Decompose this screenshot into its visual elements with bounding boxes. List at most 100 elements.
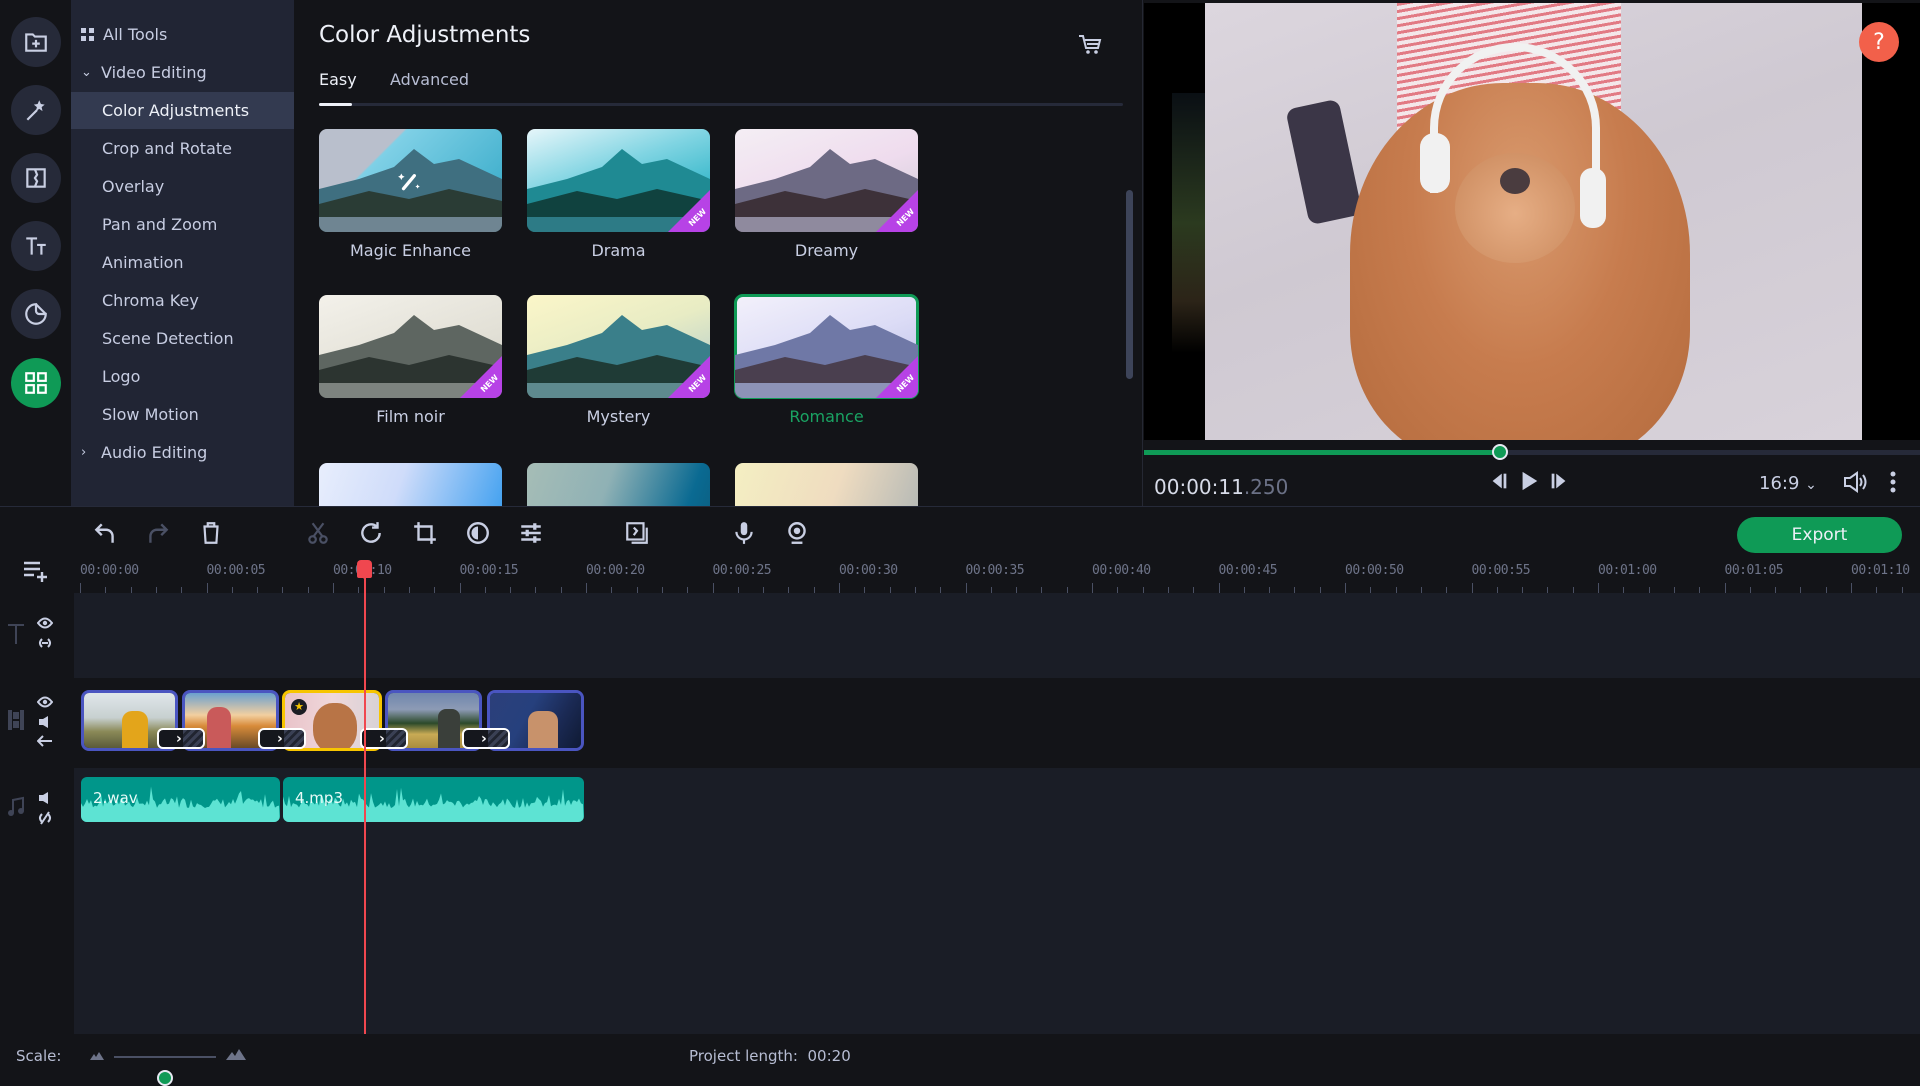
aspect-ratio-select[interactable]: 16:9 ⌄	[1759, 473, 1817, 494]
record-audio-button[interactable]	[731, 520, 757, 546]
title-track-icon	[8, 624, 24, 644]
sidebar-item-label: Chroma Key	[102, 291, 199, 310]
audio-clip[interactable]: 2.wav	[81, 777, 280, 822]
sidebar-group-audio-editing[interactable]: › Audio Editing	[71, 434, 294, 471]
color-button[interactable]	[465, 520, 491, 546]
preset-label: Mystery	[586, 407, 651, 426]
transition-marker[interactable]: ›	[157, 728, 205, 749]
video-frame-dog-with-headphones	[1205, 3, 1862, 440]
arrow-left-icon[interactable]	[37, 735, 53, 747]
audio-clip[interactable]: 4.mp3	[283, 777, 584, 822]
preset-mystery[interactable]: NEW Mystery	[527, 295, 710, 426]
crop-icon	[414, 522, 436, 544]
effects-button[interactable]	[11, 85, 61, 135]
link-icon[interactable]	[37, 637, 53, 649]
sidebar-item-chroma-key[interactable]: Chroma Key	[71, 282, 294, 319]
video-preview-panel: 00:00:11.250 16:9 ⌄	[1142, 0, 1920, 506]
preview-viewport[interactable]	[1144, 3, 1920, 440]
delete-button[interactable]	[198, 520, 224, 546]
sidebar-item-scene-detection[interactable]: Scene Detection	[71, 320, 294, 357]
crop-button[interactable]	[412, 520, 438, 546]
preset-card-partial[interactable]	[527, 463, 710, 506]
sidebar-item-pan-and-zoom[interactable]: Pan and Zoom	[71, 206, 294, 243]
rotate-icon	[361, 522, 381, 543]
split-button[interactable]	[305, 520, 331, 546]
preset-card-partial[interactable]	[735, 463, 918, 506]
headphone-cup-left	[1420, 133, 1450, 193]
sidebar-item-color-adjustments[interactable]: Color Adjustments	[71, 92, 294, 129]
sidebar-item-label: Color Adjustments	[102, 101, 250, 120]
cart-icon[interactable]	[1078, 34, 1102, 56]
stickers-button[interactable]	[11, 289, 61, 339]
sidebar-item-all-tools[interactable]: All Tools	[71, 16, 294, 53]
preset-dreamy[interactable]: NEW Dreamy	[735, 129, 918, 260]
seek-handle[interactable]	[1491, 444, 1508, 460]
add-track-icon[interactable]	[22, 558, 50, 584]
transition-marker[interactable]: ›	[462, 728, 510, 749]
redo-button[interactable]	[145, 520, 171, 546]
volume-icon[interactable]	[1842, 470, 1868, 494]
preset-magic-enhance[interactable]: Magic Enhance	[319, 129, 502, 260]
playhead-handle[interactable]	[357, 560, 373, 579]
next-frame-icon[interactable]	[1548, 470, 1570, 492]
previous-frame-edge	[1172, 93, 1205, 353]
transition-marker[interactable]: ›	[360, 728, 408, 749]
ruler-label: 00:00:00	[80, 563, 139, 578]
preset-drama[interactable]: NEW Drama	[527, 129, 710, 260]
transition-marker[interactable]: ›	[258, 728, 306, 749]
preset-thumbnail: NEW	[735, 129, 918, 232]
scale-slider[interactable]	[114, 1056, 216, 1086]
thumbnail-figure	[207, 707, 231, 748]
ruler-tick	[1345, 583, 1346, 593]
magic-wand-icon	[398, 173, 420, 191]
tab-easy[interactable]: Easy	[319, 70, 357, 89]
sidebar-group-video-editing[interactable]: ⌄ Video Editing	[71, 54, 294, 91]
status-footer: Scale: Project length: 00:20	[0, 1034, 1920, 1086]
ruler-label: 00:01:10	[1851, 563, 1910, 578]
undo-button[interactable]	[92, 520, 118, 546]
title-track[interactable]	[74, 593, 1920, 678]
track-headers	[0, 593, 74, 1034]
preset-card-partial[interactable]	[319, 463, 502, 506]
sidebar-item-logo[interactable]: Logo	[71, 358, 294, 395]
transitions-button[interactable]	[11, 153, 61, 203]
sidebar-group-label: Video Editing	[101, 63, 207, 82]
preset-film-noir[interactable]: NEW Film noir	[319, 295, 502, 426]
unlink-icon[interactable]	[37, 811, 53, 825]
rotate-button[interactable]	[358, 520, 384, 546]
more-tools-button[interactable]	[11, 358, 61, 408]
adjust-button[interactable]	[518, 520, 544, 546]
webcam-button[interactable]	[784, 520, 810, 546]
more-options-icon[interactable]	[1888, 470, 1898, 494]
zoom-out-mountain-icon[interactable]	[90, 1051, 104, 1060]
ruler-tick	[1724, 583, 1726, 593]
preset-thumbnail	[735, 463, 918, 506]
play-icon[interactable]	[1518, 470, 1540, 492]
scale-slider-handle[interactable]	[157, 1070, 173, 1086]
scissors-icon	[308, 522, 328, 544]
visibility-eye-icon[interactable]	[37, 617, 53, 629]
speaker-icon[interactable]	[37, 715, 53, 729]
seek-bar[interactable]	[1144, 444, 1920, 460]
zoom-in-mountain-icon[interactable]	[226, 1048, 246, 1060]
preset-romance[interactable]: NEW Romance	[734, 294, 919, 426]
overlay-button[interactable]	[624, 520, 650, 546]
tab-advanced[interactable]: Advanced	[390, 70, 469, 89]
timeline-ruler[interactable]: 00:00:0000:00:0500:00:1000:00:1500:00:20…	[74, 557, 1920, 593]
timecode-ms: .250	[1243, 475, 1289, 499]
import-button[interactable]	[11, 17, 61, 67]
speaker-icon[interactable]	[37, 791, 53, 805]
preset-label: Film noir	[376, 407, 445, 426]
grid-icon	[25, 372, 47, 394]
ruler-tick	[459, 583, 461, 593]
previous-frame-icon[interactable]	[1488, 470, 1510, 492]
sidebar-item-overlay[interactable]: Overlay	[71, 168, 294, 205]
visibility-eye-icon[interactable]	[37, 696, 53, 708]
presets-scrollbar[interactable]	[1126, 190, 1133, 379]
titles-button[interactable]	[11, 221, 61, 271]
help-button[interactable]: ?	[1859, 22, 1899, 62]
sidebar-item-animation[interactable]: Animation	[71, 244, 294, 281]
sidebar-item-crop-and-rotate[interactable]: Crop and Rotate	[71, 130, 294, 167]
sidebar-item-slow-motion[interactable]: Slow Motion	[71, 396, 294, 433]
export-button[interactable]: Export	[1737, 517, 1902, 553]
